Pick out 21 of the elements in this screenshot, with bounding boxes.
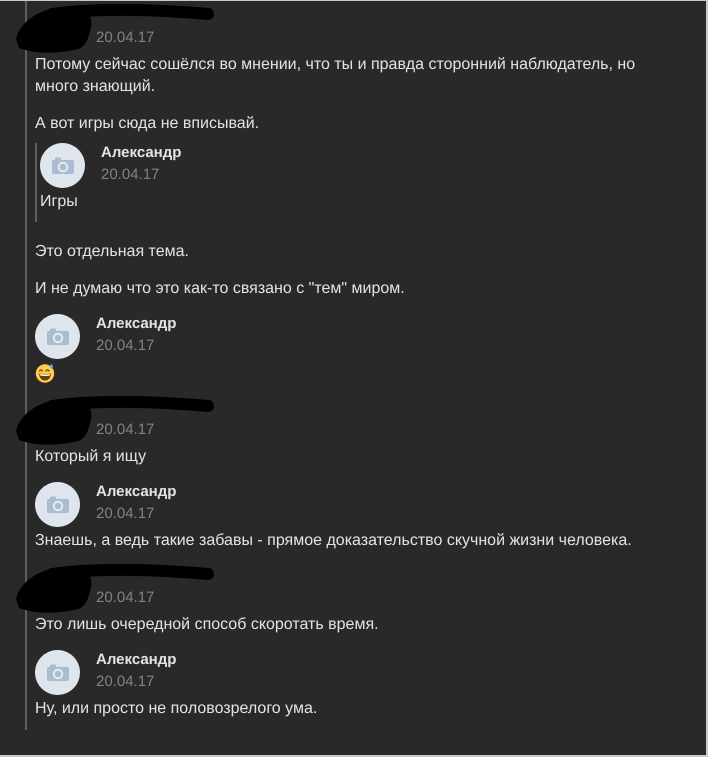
message-text: И не думаю что это как-то связано с "тем" миром.: [35, 279, 406, 299]
message-date: 20.04.17: [96, 504, 154, 524]
message-text: Это отдельная тема.: [35, 242, 190, 262]
author-name[interactable]: Александр: [96, 314, 176, 334]
message-date: 20.04.17: [96, 28, 154, 48]
message-text: Игры: [40, 192, 79, 212]
message-text: Ну, или просто не половозрелого ума.: [35, 699, 318, 719]
message-text: Это лишь очередной способ скоротать время.: [35, 615, 380, 635]
message-text: Знаешь, а ведь такие забавы - прямое доказательство скучной жизни человека.: [35, 531, 633, 551]
author-name[interactable]: Александр: [96, 482, 176, 502]
message-date: 20.04.17: [96, 336, 154, 356]
author-name[interactable]: Александр: [101, 143, 182, 163]
message-text: А вот игры сюда не вписывай.: [35, 114, 260, 134]
message-date: 20.04.17: [96, 672, 154, 692]
message-date: 20.04.17: [96, 420, 154, 440]
message-date: 20.04.17: [96, 588, 154, 608]
grinning-sweat-emoji-icon: [35, 363, 55, 383]
message-date: 20.04.17: [101, 165, 160, 185]
message-text: Потому сейчас сошёлся во мнении, что ты и правда сторонний наблюдатель, но много знающий.: [35, 55, 636, 97]
message-text: Который я ищу: [35, 447, 148, 467]
author-name[interactable]: Александр: [96, 650, 176, 670]
